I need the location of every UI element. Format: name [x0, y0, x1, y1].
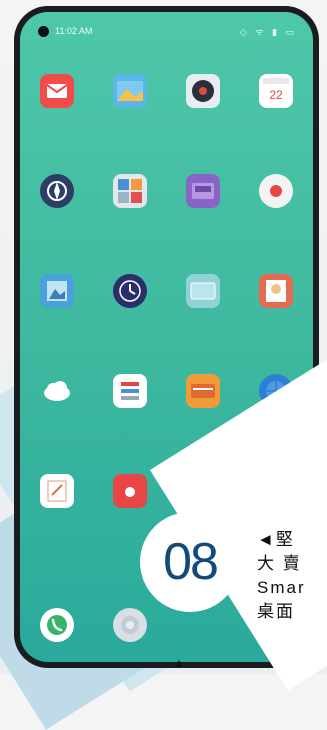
notes-list-app-icon[interactable] [112, 374, 147, 408]
caption-line: 桌面 [257, 602, 295, 621]
clock-app-icon[interactable] [112, 274, 147, 308]
page-number-badge: 08 [140, 512, 240, 612]
caption-text: ◄堅 大 賣 Smar 桌面 [257, 528, 327, 624]
mail-app-icon[interactable] [39, 74, 74, 108]
record-app-icon[interactable] [259, 174, 294, 208]
status-icons: ◇ ᯤ ▮ ▭ [239, 26, 297, 37]
phone-app-icon[interactable] [39, 608, 74, 642]
page-number: 08 [163, 533, 219, 591]
caption-line: ◄堅 [257, 530, 295, 549]
front-camera [38, 25, 49, 37]
gallery-app-icon[interactable] [112, 74, 147, 108]
contact-card-app-icon[interactable] [259, 274, 294, 308]
pointer-arrow-icon: ▲ [173, 656, 185, 670]
music-app-icon[interactable] [186, 74, 221, 108]
caption-line: Smar [257, 578, 306, 597]
camera-app-icon[interactable] [112, 474, 147, 508]
settings-app-icon[interactable] [112, 608, 147, 642]
svg-text:22: 22 [270, 88, 284, 102]
weather-app-icon[interactable] [40, 374, 74, 408]
folder-app-icon[interactable] [186, 274, 221, 308]
tools-app-icon[interactable] [112, 174, 147, 208]
status-bar: 11:02 AM ◇ ᯤ ▮ ▭ [38, 22, 297, 40]
memo-app-icon[interactable] [39, 474, 74, 508]
status-time: 11:02 AM [55, 26, 93, 36]
compass-app-icon[interactable] [39, 174, 74, 208]
radio-app-icon[interactable] [186, 174, 221, 208]
photo-app-icon[interactable] [39, 274, 74, 308]
wallet-app-icon[interactable] [186, 374, 221, 408]
caption-line: 大 賣 [257, 554, 302, 573]
calendar-app-icon[interactable]: 22 [259, 74, 294, 108]
dock-spacer [186, 608, 220, 642]
